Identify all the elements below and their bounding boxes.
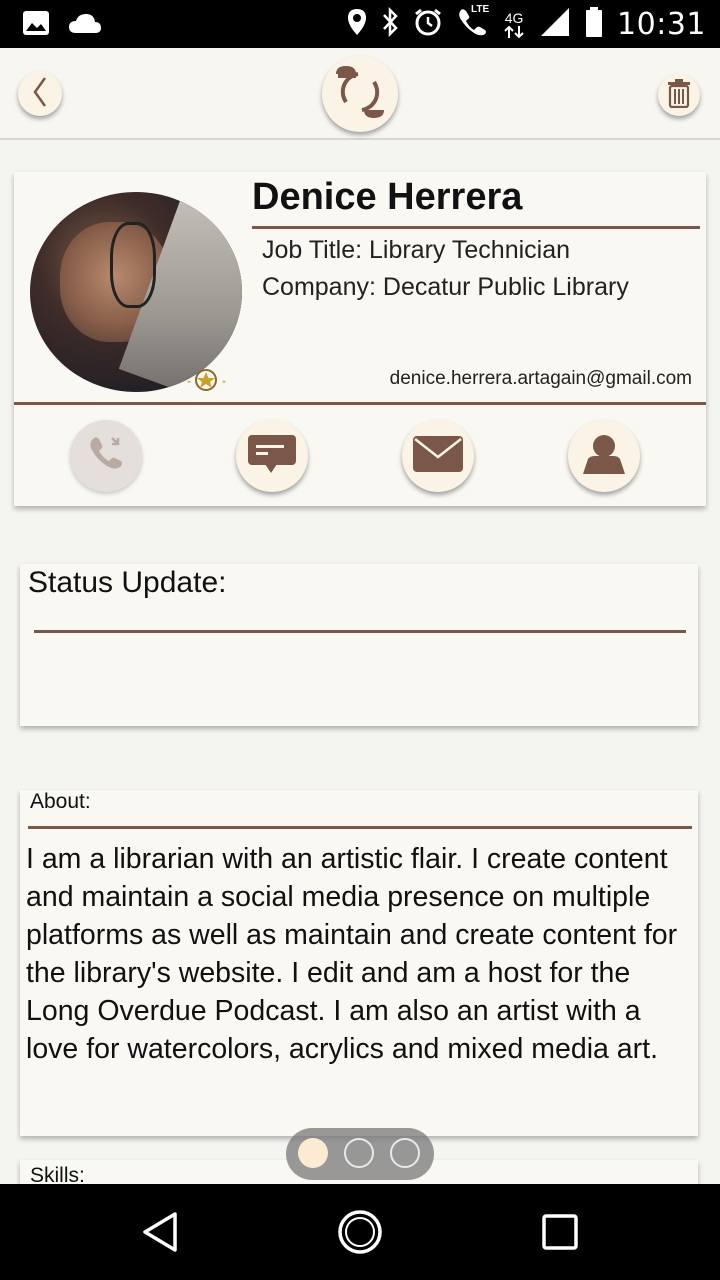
about-card: About: I am a librarian with an artistic…	[20, 790, 698, 1136]
location-icon	[347, 8, 367, 41]
4g-data-icon: 4G	[503, 11, 525, 39]
page-dot-3[interactable]	[390, 1138, 420, 1168]
call-button[interactable]	[70, 420, 142, 492]
navigation-bar	[0, 1184, 720, 1280]
page-dot-1[interactable]	[298, 1138, 328, 1168]
signal-icon	[539, 6, 571, 43]
cloud-icon	[68, 12, 102, 39]
page-dot-2[interactable]	[344, 1138, 374, 1168]
clock: 10:31	[617, 7, 706, 42]
alarm-icon	[413, 7, 443, 42]
network-label: 4G	[504, 9, 524, 26]
card-divider	[14, 402, 706, 405]
status-bar: LTE 4G 10:31	[0, 0, 720, 48]
email-button[interactable]	[402, 420, 474, 492]
about-label: About:	[30, 790, 91, 813]
back-icon	[30, 75, 50, 114]
avatar	[30, 192, 242, 392]
recents-square-icon	[541, 1213, 579, 1256]
back-nav-button[interactable]	[134, 1208, 186, 1260]
back-triangle-icon	[140, 1211, 180, 1258]
job-title: Job Title: Library Technician	[262, 236, 571, 264]
phone-icon	[84, 432, 128, 481]
stars-badge-icon	[184, 366, 228, 394]
about-divider	[28, 826, 692, 829]
email-address[interactable]: denice.herrera.artagain@gmail.com	[390, 368, 692, 390]
delete-button[interactable]	[658, 74, 700, 116]
home-nav-button[interactable]	[334, 1208, 386, 1260]
back-button[interactable]	[18, 72, 62, 116]
bluetooth-icon	[381, 6, 399, 42]
page-indicator	[286, 1128, 434, 1180]
mail-icon	[412, 435, 464, 478]
name-divider	[252, 226, 700, 229]
profile-card: Denice Herrera Job Title: Library Techni…	[14, 172, 706, 506]
lte-label: LTE	[471, 4, 490, 15]
lte-call-icon: LTE	[457, 4, 490, 43]
sync-button[interactable]	[322, 56, 398, 132]
message-button[interactable]	[236, 420, 308, 492]
status-update-card: Status Update:	[20, 564, 698, 726]
home-circle-icon	[336, 1208, 384, 1261]
company-name: Company: Decatur Public Library	[262, 273, 629, 301]
recents-nav-button[interactable]	[534, 1208, 586, 1260]
battery-icon	[585, 6, 603, 43]
contact-icon	[581, 432, 627, 481]
status-update-label: Status Update:	[28, 566, 227, 599]
status-divider	[34, 630, 686, 633]
sync-icon	[328, 60, 392, 129]
about-text: I am a librarian with an artistic flair.…	[26, 843, 678, 1065]
image-icon	[22, 10, 50, 41]
message-icon	[247, 433, 297, 480]
contact-button[interactable]	[568, 420, 640, 492]
app-bar	[0, 48, 720, 140]
contact-name: Denice Herrera	[252, 176, 523, 218]
trash-icon	[666, 78, 692, 113]
